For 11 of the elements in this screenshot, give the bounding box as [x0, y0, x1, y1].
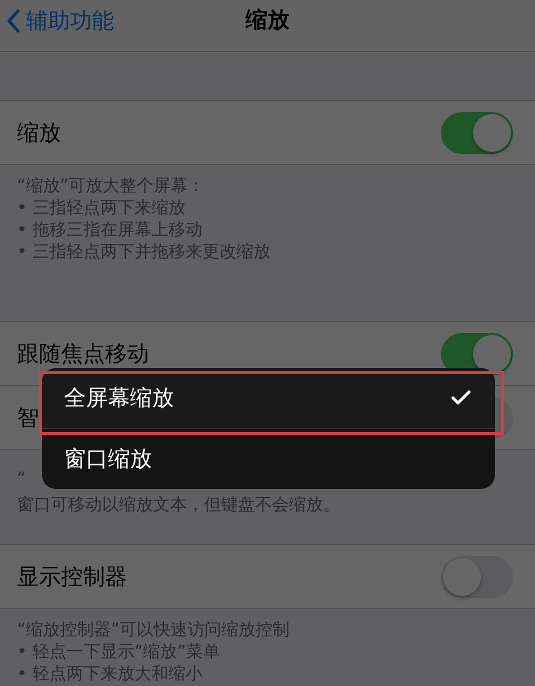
- row-label: 缩放: [17, 120, 61, 148]
- page-title: 缩放: [246, 6, 290, 34]
- back-chevron-icon: [6, 9, 20, 33]
- checkmark-icon: [451, 390, 471, 406]
- footer-text: “: [17, 468, 26, 491]
- row-label: 智: [17, 404, 39, 432]
- toggle-switch[interactable]: [441, 556, 513, 598]
- toggle-switch[interactable]: [441, 112, 513, 154]
- row-label: 显示控制器: [17, 564, 127, 592]
- menu-item[interactable]: 全屏幕缩放: [42, 368, 495, 429]
- row-label: 跟随焦点移动: [17, 340, 149, 368]
